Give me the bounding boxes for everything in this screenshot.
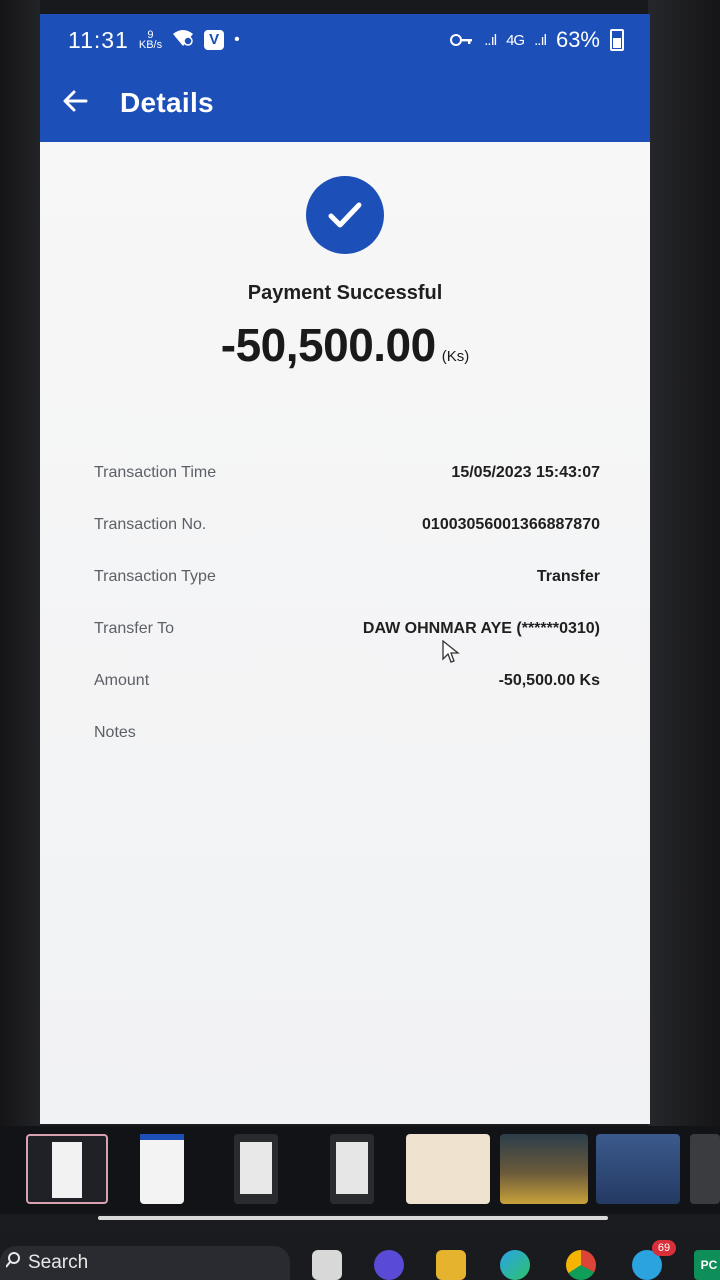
signal-strength-2: ..ıl: [534, 31, 547, 49]
detail-row-notes: Notes: [94, 718, 600, 770]
detail-value: DAW OHNMAR AYE (******0310): [362, 620, 600, 637]
thumbnail-window[interactable]: [330, 1134, 374, 1204]
phone-screen: 11:31 9 KB/s V • ..ıl 4G ..ıl 63% Detail…: [40, 14, 650, 1124]
battery-percent: 63%: [555, 27, 600, 52]
amount-value: -50,500.00: [220, 319, 436, 371]
payment-status: Payment Successful: [247, 282, 443, 304]
success-icon: [306, 176, 384, 254]
thumbnail-window[interactable]: [234, 1134, 278, 1204]
detail-value: Transfer: [536, 568, 600, 585]
amount-summary: -50,500.00 (Ks): [40, 318, 650, 372]
signal-strength-1: ..ıl: [484, 31, 497, 49]
checkmark-icon: [328, 202, 362, 228]
thumbnail-window[interactable]: [140, 1134, 184, 1204]
detail-row-transaction-type: Transaction Type Transfer: [94, 562, 600, 614]
thumbnail-current-window[interactable]: [26, 1134, 108, 1204]
detail-row-transaction-no: Transaction No. 01003056001366887870: [94, 510, 600, 562]
file-explorer-icon[interactable]: [436, 1250, 466, 1280]
status-time: 11:31: [68, 26, 129, 53]
title-bar: Details: [40, 76, 650, 130]
detail-list: Transaction Time 15/05/2023 15:43:07 Tra…: [94, 458, 600, 770]
network-speed-unit: KB/s: [138, 39, 163, 51]
detail-label: Transfer To: [94, 620, 175, 637]
detail-value: -50,500.00 Ks: [498, 672, 600, 689]
detail-label: Transaction Time: [94, 464, 217, 481]
status-bar: 11:31 9 KB/s V • ..ıl 4G ..ıl 63%: [40, 14, 650, 66]
wifi-icon: [172, 27, 194, 53]
task-view-icon[interactable]: [312, 1250, 342, 1280]
detail-row-transfer-to: Transfer To DAW OHNMAR AYE (******0310): [94, 614, 600, 666]
detail-value: 15/05/2023 15:43:07: [451, 464, 600, 481]
network-speed: 9 KB/s: [138, 30, 163, 51]
back-button[interactable]: [62, 76, 122, 130]
video-call-icon[interactable]: [374, 1250, 404, 1280]
thumbnail-window[interactable]: [500, 1134, 588, 1204]
notification-dot: •: [234, 31, 240, 48]
network-type: 4G: [506, 31, 525, 49]
detail-row-transaction-time: Transaction Time 15/05/2023 15:43:07: [94, 458, 600, 510]
edge-browser-icon[interactable]: [500, 1250, 530, 1280]
pc-app-icon[interactable]: PC: [694, 1250, 720, 1280]
search-icon: [5, 1252, 20, 1274]
photo-background-left: [0, 0, 40, 1130]
thumbnail-window[interactable]: [596, 1134, 680, 1204]
os-taskbar: Search 69 PC: [0, 1232, 720, 1280]
detail-label: Transaction Type: [94, 568, 216, 585]
amount-currency: (Ks): [441, 348, 470, 365]
detail-label: Transaction No.: [94, 516, 207, 533]
mouse-cursor-icon: [442, 639, 460, 669]
arrow-left-icon: [62, 90, 88, 117]
detail-label: Amount: [94, 672, 150, 689]
search-label: Search: [28, 1252, 89, 1273]
detail-row-amount: Amount -50,500.00 Ks: [94, 666, 600, 718]
detail-label: Notes: [94, 724, 136, 741]
chrome-browser-icon[interactable]: [566, 1250, 596, 1280]
thumbnail-scrollbar[interactable]: [98, 1216, 608, 1220]
taskbar-search[interactable]: Search: [0, 1246, 290, 1280]
app-notification-icon: V: [204, 30, 225, 50]
photo-background-right: [648, 0, 720, 1130]
thumbnail-window[interactable]: [690, 1134, 720, 1204]
transaction-details: Payment Successful -50,500.00 (Ks) Transa…: [40, 142, 650, 1124]
app-bar: 11:31 9 KB/s V • ..ıl 4G ..ıl 63% Detail…: [40, 14, 650, 142]
page-title: Details: [120, 87, 214, 118]
notification-badge: 69: [652, 1240, 676, 1256]
key-icon: [450, 27, 474, 53]
window-thumbnail-strip: [0, 1126, 720, 1214]
detail-value: 01003056001366887870: [422, 516, 600, 533]
thumbnail-window[interactable]: [406, 1134, 490, 1204]
battery-icon: [610, 29, 624, 51]
